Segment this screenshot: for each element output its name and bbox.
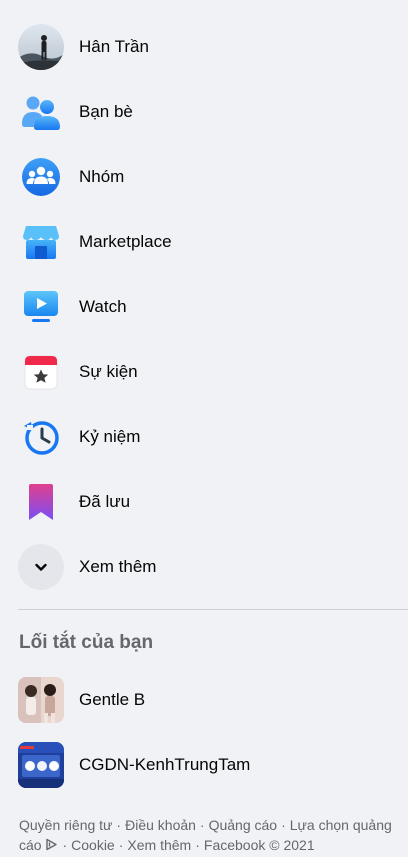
footer-link-privacy[interactable]: Quyền riêng tư (19, 817, 112, 833)
saved-icon (18, 479, 64, 525)
group-thumbnail (18, 677, 64, 723)
nav-item-friends[interactable]: Bạn bè (8, 84, 400, 140)
chevron-down-icon (35, 563, 47, 571)
footer-links: Quyền riêng tư · Điều khoản · Quảng cáo · Lựa … (19, 815, 404, 855)
nav-item-groups[interactable]: Nhóm (8, 149, 400, 205)
nav-item-label: Đã lưu (79, 492, 131, 511)
profile-name: Hân Trần (79, 37, 149, 56)
nav-item-label: Kỷ niệm (79, 427, 141, 446)
footer-separator: · (118, 837, 124, 853)
shortcut-item-cgdn[interactable]: CGDN-KenhTrungTam (8, 737, 400, 793)
friends-icon (18, 89, 64, 135)
footer-link-more[interactable]: Xem thêm (127, 837, 191, 853)
footer-separator: · (116, 817, 122, 833)
nav-item-saved[interactable]: Đã lưu (8, 474, 400, 530)
watch-icon (18, 284, 64, 330)
nav-item-marketplace[interactable]: Marketplace (8, 214, 400, 270)
footer-separator: · (199, 817, 205, 833)
footer-separator: · (195, 837, 200, 853)
shortcut-item-gentle-b[interactable]: Gentle B (8, 672, 400, 728)
divider (18, 609, 408, 610)
nav-item-memories[interactable]: Kỷ niệm (8, 409, 400, 465)
groups-icon (18, 154, 64, 200)
nav-item-label: Watch (79, 297, 127, 316)
nav-item-events[interactable]: Sự kiện (8, 344, 400, 400)
marketplace-icon (18, 219, 64, 265)
footer-link-advertising[interactable]: Quảng cáo (209, 817, 278, 833)
shortcut-label-text: CGDN-KenhTrungTam (79, 755, 251, 774)
group-thumbnail (18, 742, 64, 788)
events-icon (18, 349, 64, 395)
nav-item-watch[interactable]: Watch (8, 279, 400, 335)
ad-choices-icon (46, 838, 58, 851)
see-more-button[interactable]: Xem thêm (8, 539, 400, 595)
memories-icon (18, 414, 64, 460)
footer-link-cookie[interactable]: Cookie (71, 837, 115, 853)
nav-item-label: Nhóm (79, 167, 125, 186)
nav-item-profile[interactable]: Hân Trần (8, 19, 400, 75)
see-more-icon-wrap (18, 544, 64, 590)
nav-item-label: Sự kiện (79, 362, 138, 381)
nav-item-label: Marketplace (79, 232, 172, 251)
footer-link-terms[interactable]: Điều khoản (125, 817, 196, 833)
footer-copyright: Facebook © 2021 (203, 837, 315, 853)
profile-avatar (18, 24, 64, 70)
footer-separator: · (281, 817, 286, 833)
shortcut-label: CGDN-KenhTrungTam (79, 755, 250, 775)
see-more-label: Xem thêm (79, 557, 157, 576)
shortcut-label: Gentle B (79, 690, 146, 709)
shortcuts-title: Lối tắt của bạn (19, 632, 154, 653)
nav-item-label: Bạn bè (79, 102, 133, 121)
footer-separator: · (62, 837, 68, 853)
